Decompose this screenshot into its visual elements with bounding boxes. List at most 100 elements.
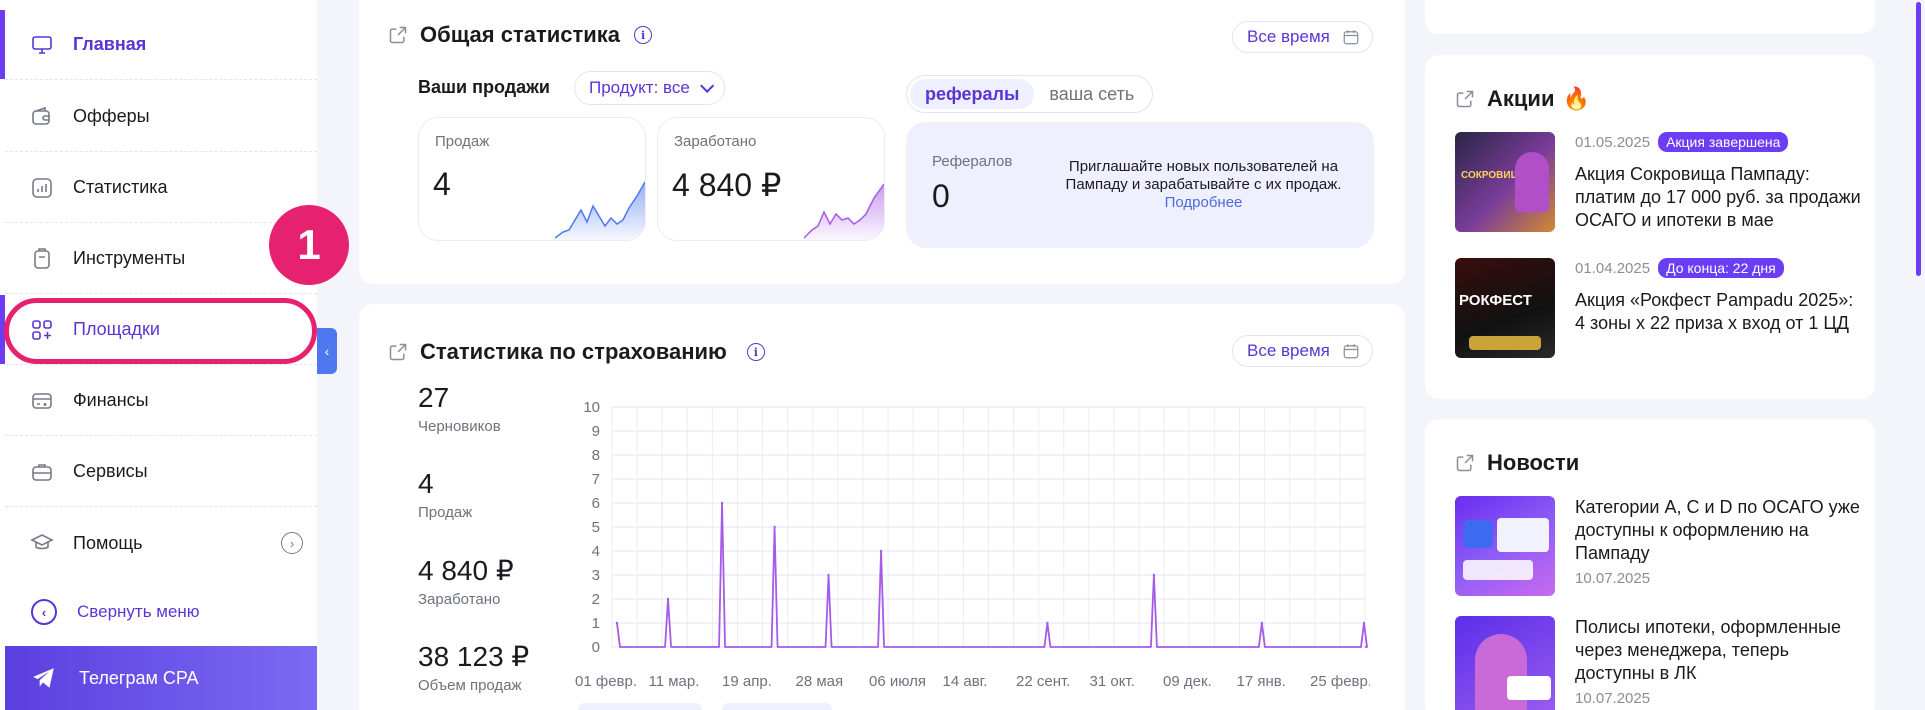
chevron-left-icon: ‹ xyxy=(324,343,330,359)
data-point xyxy=(1152,573,1156,577)
sidebar-item-services[interactable]: Сервисы xyxy=(5,437,317,507)
stat-earned: 4 840 ₽ Заработано xyxy=(418,554,514,608)
tab-referrals[interactable]: рефералы xyxy=(910,79,1035,109)
sidebar-item-finance[interactable]: Финансы xyxy=(5,366,317,436)
period-label: Все время xyxy=(1247,341,1330,360)
y-tick-label: 1 xyxy=(592,615,600,632)
earned-label: Заработано xyxy=(674,133,757,150)
card-title-text: Общая статистика xyxy=(420,22,621,47)
referrals-value: 0 xyxy=(932,178,950,214)
period-label: Все время xyxy=(1247,27,1330,46)
sales-label: Ваши продажи xyxy=(418,77,550,97)
earned-card: Заработано 4 840 ₽ xyxy=(657,117,885,241)
invite-more-link[interactable]: Подробнее xyxy=(1165,194,1243,211)
y-tick-label: 5 xyxy=(592,519,600,536)
graduation-cap-icon xyxy=(29,530,55,556)
stat-value: 27 xyxy=(418,382,450,413)
period-selector[interactable]: Все время xyxy=(1232,21,1373,53)
sidebar-item-help[interactable]: Помощь › xyxy=(5,508,317,578)
promo-item[interactable]: РОКФЕСТ 01.04.2025 До конца: 22 дня Акци… xyxy=(1455,258,1865,358)
x-tick-label: 06 июля xyxy=(869,673,926,690)
promo-item[interactable]: СОКРОВИЩА 01.05.2025 Акция завершена Акц… xyxy=(1455,132,1865,232)
tab-your-network[interactable]: ваша сеть xyxy=(1034,79,1149,109)
data-point xyxy=(1046,621,1049,625)
stat-label: Объем продаж xyxy=(418,677,522,694)
referrals-card: Рефералов 0 Приглашайте новых пользовате… xyxy=(906,122,1374,248)
collapse-menu-label: Свернуть меню xyxy=(77,602,200,621)
y-tick-label: 8 xyxy=(592,447,600,464)
x-tick-label: 28 мая xyxy=(796,673,844,690)
stat-label: Заработано xyxy=(418,591,501,608)
collapse-menu-button[interactable]: ‹ Свернуть меню xyxy=(5,582,317,642)
news-date: 10.07.2025 xyxy=(1575,570,1651,587)
news-title-text: Полисы ипотеки, оформленные через менедж… xyxy=(1575,617,1842,683)
product-filter-value: Продукт: все xyxy=(589,78,690,97)
promotions-title: Акции 🔥 xyxy=(1455,86,1590,112)
grid-plus-icon xyxy=(29,317,55,343)
legend-pill[interactable] xyxy=(578,703,702,710)
news-item[interactable]: Полисы ипотеки, оформленные через менедж… xyxy=(1455,616,1865,710)
sidebar-item-home[interactable]: Главная xyxy=(0,10,317,80)
invite-text-block: Приглашайте новых пользователей на Пампа… xyxy=(1046,158,1361,212)
sales-count-label: Продаж xyxy=(435,133,490,150)
sales-sparkline xyxy=(555,181,645,240)
product-filter-dropdown[interactable]: Продукт: все xyxy=(574,71,725,105)
step-number-badge: 1 xyxy=(269,205,349,285)
news-thumbnail xyxy=(1455,496,1555,596)
sidebar-item-statistics[interactable]: Статистика xyxy=(5,153,317,223)
x-tick-label: 01 февр. xyxy=(575,673,637,690)
telegram-icon xyxy=(31,665,57,691)
sidebar-item-label: Статистика xyxy=(73,177,168,197)
insurance-chart-svg: 0 1 2 3 4 5 6 7 8 9 10 01 февр. 11 мар. 19 апр. 28 мая… xyxy=(575,399,1370,690)
stat-label: Черновиков xyxy=(418,418,501,435)
stat-value: 4 840 ₽ xyxy=(418,555,514,586)
legend-pill[interactable] xyxy=(722,703,832,710)
external-link-icon[interactable] xyxy=(388,25,408,45)
telegram-cpa-button[interactable]: Телеграм CPA xyxy=(5,646,317,710)
news-date: 10.07.2025 xyxy=(1575,690,1651,707)
sidebar-item-label: Главная xyxy=(73,34,147,54)
sidebar-item-label: Инструменты xyxy=(73,248,186,268)
data-point xyxy=(1362,621,1366,625)
promo-status-badge: До конца: 22 дня xyxy=(1658,258,1784,278)
promo-status-badge: Акция завершена xyxy=(1658,132,1789,152)
external-link-icon[interactable] xyxy=(1455,453,1475,473)
earned-sparkline xyxy=(804,183,884,240)
sidebar-item-platforms[interactable]: Площадки xyxy=(0,295,317,365)
data-point xyxy=(879,549,883,553)
y-tick-label: 9 xyxy=(592,423,600,440)
info-icon[interactable]: i xyxy=(634,26,653,44)
x-tick-label: 11 мар. xyxy=(649,673,700,690)
chevron-down-icon xyxy=(699,78,715,93)
sidebar-item-label: Офферы xyxy=(73,106,150,126)
invite-text: Приглашайте новых пользователей на Пампа… xyxy=(1065,158,1342,193)
info-icon[interactable]: i xyxy=(746,343,765,361)
chevron-right-icon[interactable]: › xyxy=(281,532,303,554)
promo-thumbnail-text: РОКФЕСТ xyxy=(1459,292,1532,309)
stat-drafts: 27 Черновиков xyxy=(418,382,501,435)
page-scrollbar[interactable] xyxy=(1916,2,1921,276)
news-title-text: Категории A, C и D по ОСАГО уже доступны… xyxy=(1575,497,1860,563)
x-tick-label: 22 сент. xyxy=(1016,673,1070,690)
monitor-icon xyxy=(29,32,55,58)
x-tick-label: 09 дек. xyxy=(1163,673,1212,690)
sidebar-toggle-button[interactable]: ‹ xyxy=(317,328,337,374)
news-item[interactable]: Категории A, C и D по ОСАГО уже доступны… xyxy=(1455,496,1865,596)
stat-value: 4 xyxy=(418,468,434,499)
data-point xyxy=(666,597,670,601)
x-tick-label: 25 февр. xyxy=(1310,673,1370,690)
external-link-icon[interactable] xyxy=(1455,89,1475,109)
data-point xyxy=(773,525,776,529)
external-link-icon[interactable] xyxy=(388,342,408,362)
promo-title: Акция «Рокфест Pampadu 2025»: 4 зоны х 2… xyxy=(1575,290,1854,333)
referrals-label: Рефералов xyxy=(932,153,1013,170)
sidebar-item-offers[interactable]: Офферы xyxy=(5,82,317,152)
promo-meta: 01.05.2025 Акция завершена xyxy=(1575,132,1789,152)
chart-icon xyxy=(29,175,55,201)
data-point xyxy=(1260,621,1264,625)
period-selector[interactable]: Все время xyxy=(1232,335,1373,367)
data-point xyxy=(720,501,724,505)
promo-meta: 01.04.2025 До конца: 22 дня xyxy=(1575,258,1784,278)
insurance-stats-title: Статистика по страхованию i xyxy=(388,339,765,365)
y-tick-label: 7 xyxy=(592,471,600,488)
